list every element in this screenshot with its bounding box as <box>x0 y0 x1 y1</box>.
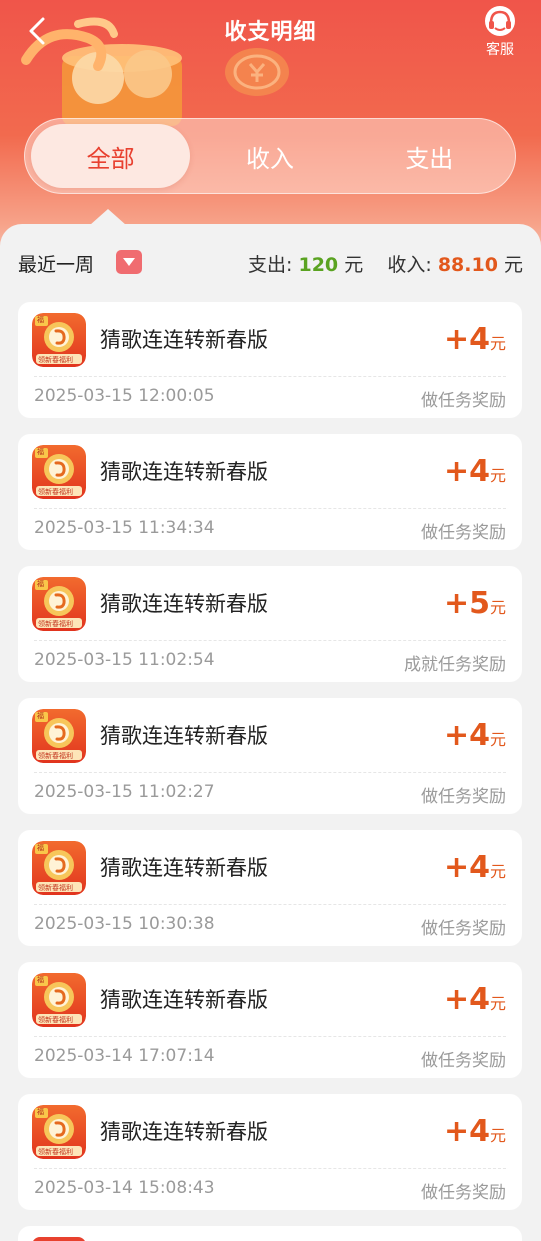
reward-reason: 做任务奖励 <box>421 523 506 543</box>
timestamp: 2025-03-15 12:00:05 <box>34 386 215 406</box>
expense-unit: 元 <box>344 254 364 276</box>
app-icon-banner: 领新春福利 <box>38 488 73 496</box>
amount-unit: 元 <box>489 334 506 353</box>
timestamp: 2025-03-15 11:34:34 <box>34 518 215 538</box>
app-icon-badge: 福 <box>37 844 44 852</box>
app-icon-banner: 领新春福利 <box>38 1148 73 1156</box>
app-icon-badge: 福 <box>37 580 44 588</box>
headset-icon <box>485 6 515 36</box>
amount: +4元 <box>444 718 506 753</box>
income-value: 88.10 <box>437 254 498 276</box>
divider <box>34 1036 506 1037</box>
income-label: 收入: <box>387 254 432 276</box>
amount-value: +4 <box>443 322 490 357</box>
amount: +4元 <box>444 454 506 489</box>
app-icon <box>32 1237 86 1241</box>
divider <box>34 376 506 377</box>
tab-income[interactable]: 收入 <box>190 124 349 188</box>
summary-bar: 最近一周 支出: 120 元 收入: 88.10 元 <box>0 236 541 288</box>
reward-reason: 成就任务奖励 <box>404 655 506 675</box>
records-list: 福 领新春福利 猜歌连连转新春版 +4元 2025-03-15 12:00:05… <box>18 302 522 1226</box>
amount: +4元 <box>444 322 506 357</box>
income-unit: 元 <box>503 254 523 276</box>
timestamp: 2025-03-14 17:07:14 <box>34 1046 215 1066</box>
divider <box>34 640 506 641</box>
list-item[interactable]: 福 领新春福利 猜歌连连转新春版 +5元 2025-03-15 11:02:54… <box>18 566 522 682</box>
totals: 支出: 120 元 收入: 88.10 元 <box>248 250 523 277</box>
app-icon-badge: 福 <box>37 316 44 324</box>
amount-value: +4 <box>443 454 490 489</box>
amount-value: +4 <box>443 850 490 885</box>
item-name: 猜歌连连转新春版 <box>100 988 268 1012</box>
app-icon-badge: 福 <box>37 448 44 456</box>
timestamp: 2025-03-15 11:02:27 <box>34 782 215 802</box>
list-item[interactable]: 福 领新春福利 猜歌连连转新春版 +4元 2025-03-15 11:34:34… <box>18 434 522 550</box>
tab-expense[interactable]: 支出 <box>350 124 509 188</box>
caret-down-icon <box>123 258 135 266</box>
item-name: 猜歌连连转新春版 <box>100 856 268 880</box>
amount-unit: 元 <box>489 466 506 485</box>
amount-value: +5 <box>443 586 490 621</box>
amount: +4元 <box>444 1114 506 1149</box>
divider <box>34 1168 506 1169</box>
amount-unit: 元 <box>489 994 506 1013</box>
app-icon-banner: 领新春福利 <box>38 620 73 628</box>
period-dropdown-button[interactable] <box>116 250 142 274</box>
item-name: 猜歌连连转新春版 <box>100 460 268 484</box>
list-item[interactable]: 福 领新春福利 猜歌连连转新春版 +4元 2025-03-15 10:30:38… <box>18 830 522 946</box>
amount: +4元 <box>444 850 506 885</box>
expense-value: 120 <box>298 254 339 276</box>
list-item[interactable]: 福 领新春福利 猜歌连连转新春版 +4元 2025-03-15 12:00:05… <box>18 302 522 418</box>
reward-reason: 做任务奖励 <box>421 1051 506 1071</box>
app-icon-banner: 领新春福利 <box>38 1016 73 1024</box>
top-bar: 收支明细 客服 <box>0 0 541 64</box>
list-item[interactable]: 福 领新春福利 猜歌连连转新春版 +4元 2025-03-15 11:02:27… <box>18 698 522 814</box>
app-icon-badge: 福 <box>37 976 44 984</box>
reward-reason: 做任务奖励 <box>421 391 506 411</box>
period-selector[interactable]: 最近一周 <box>18 250 94 277</box>
tab-indicator-notch <box>90 209 126 225</box>
item-name: 猜歌连连转新春版 <box>100 328 268 352</box>
page-title: 收支明细 <box>224 20 317 45</box>
item-name: 猜歌连连转新春版 <box>100 724 268 748</box>
divider <box>34 904 506 905</box>
amount-unit: 元 <box>489 1126 506 1145</box>
list-item-partial <box>18 1226 522 1241</box>
tab-all[interactable]: 全部 <box>31 124 191 188</box>
amount-value: +4 <box>443 1114 490 1149</box>
customer-service-button[interactable]: 客服 <box>473 4 527 60</box>
amount-unit: 元 <box>489 862 506 881</box>
amount: +5元 <box>444 586 506 621</box>
app-icon-badge: 福 <box>37 1108 44 1116</box>
divider <box>34 508 506 509</box>
timestamp: 2025-03-14 15:08:43 <box>34 1178 215 1198</box>
app-icon-banner: 领新春福利 <box>38 752 73 760</box>
amount: +4元 <box>444 982 506 1017</box>
expense-label: 支出: <box>248 254 293 276</box>
amount-unit: 元 <box>489 730 506 749</box>
reward-reason: 做任务奖励 <box>421 919 506 939</box>
app-icon-banner: 领新春福利 <box>38 884 73 892</box>
item-name: 猜歌连连转新春版 <box>100 592 268 616</box>
amount-value: +4 <box>443 718 490 753</box>
item-name: 猜歌连连转新春版 <box>100 1120 268 1144</box>
app-icon-badge: 福 <box>37 712 44 720</box>
divider <box>34 772 506 773</box>
list-item[interactable]: 福 领新春福利 猜歌连连转新春版 +4元 2025-03-14 17:07:14… <box>18 962 522 1078</box>
list-item[interactable]: 福 领新春福利 猜歌连连转新春版 +4元 2025-03-14 15:08:43… <box>18 1094 522 1210</box>
amount-value: +4 <box>443 982 490 1017</box>
app-icon-banner: 领新春福利 <box>38 356 73 364</box>
filter-tabs: 全部 收入 支出 <box>24 118 516 194</box>
timestamp: 2025-03-15 11:02:54 <box>34 650 215 670</box>
timestamp: 2025-03-15 10:30:38 <box>34 914 215 934</box>
reward-reason: 做任务奖励 <box>421 1183 506 1203</box>
reward-reason: 做任务奖励 <box>421 787 506 807</box>
amount-unit: 元 <box>489 598 506 617</box>
customer-service-label: 客服 <box>486 42 514 58</box>
